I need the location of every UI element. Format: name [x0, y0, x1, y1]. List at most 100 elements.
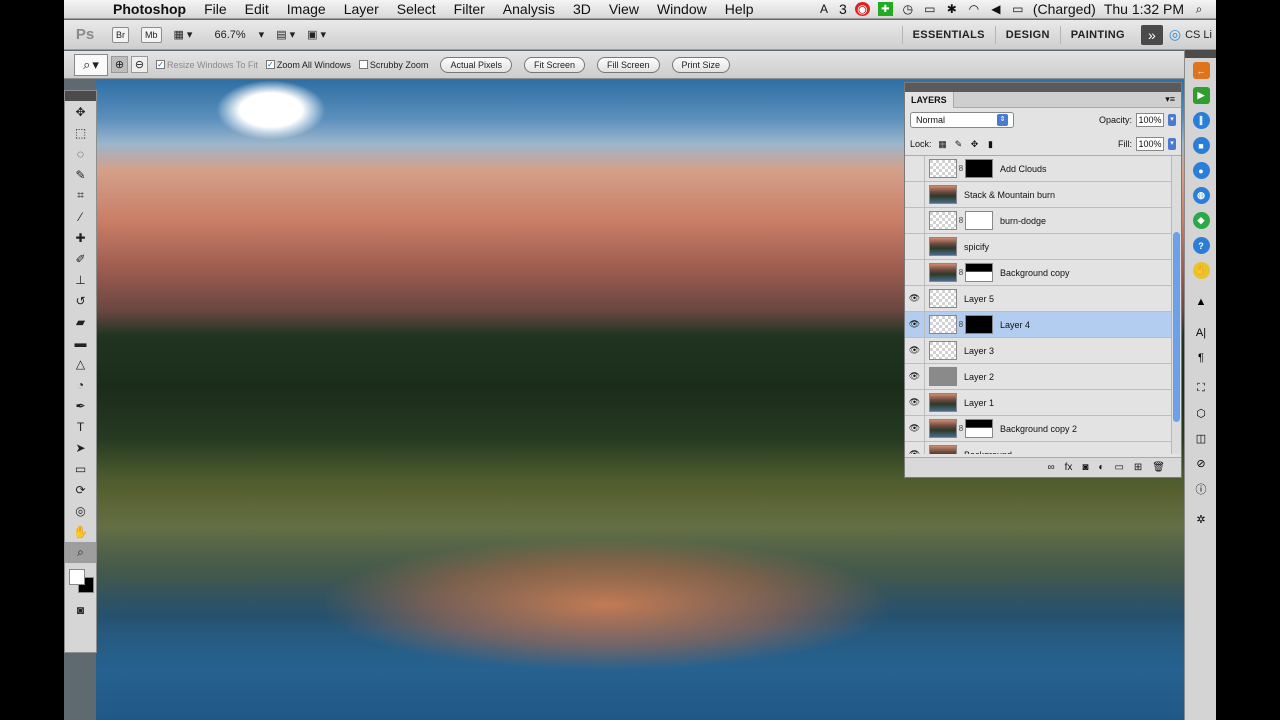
visibility-toggle[interactable]: 👁 [905, 285, 925, 312]
eyedropper-tool-icon[interactable]: ⁄ [65, 206, 96, 227]
crop-tool-icon[interactable]: ⌗ [65, 185, 96, 206]
launch-bridge-button[interactable]: Br [112, 26, 129, 43]
layer-thumbnail[interactable] [929, 159, 957, 178]
visibility-toggle[interactable]: 👁 [905, 363, 925, 390]
layers-scrollbar-thumb[interactable] [1173, 232, 1180, 422]
brush-tool-icon[interactable]: ✐ [65, 248, 96, 269]
view-extras-dropdown[interactable]: ▦ ▾ [174, 28, 193, 41]
layer-thumbnail[interactable] [929, 289, 957, 308]
menu-photoshop[interactable]: Photoshop [104, 1, 195, 17]
lasso-tool-icon[interactable]: ◌ [65, 143, 96, 164]
visibility-toggle[interactable]: 👁 [905, 337, 925, 364]
visibility-toggle[interactable] [905, 181, 925, 208]
layer-row[interactable]: 8 Add Clouds [905, 156, 1181, 182]
mask-link-icon[interactable]: 8 [957, 216, 965, 225]
zoom-out-button[interactable]: ⊖ [131, 56, 148, 73]
display-icon[interactable]: ▭ [923, 2, 937, 16]
layer-thumbnail[interactable] [929, 315, 957, 334]
blur-tool-icon[interactable]: △ [65, 353, 96, 374]
workspace-design[interactable]: DESIGN [994, 25, 1060, 44]
layer-row[interactable]: 8 burn-dodge [905, 207, 1181, 234]
scrubby-zoom-checkbox[interactable] [358, 60, 368, 69]
add-mask-icon[interactable]: ◙ [1082, 462, 1088, 473]
layer-row[interactable]: 👁 Layer 3 [905, 337, 1181, 364]
brush-presets-icon[interactable]: ⊘ [1185, 451, 1216, 476]
foreground-color-swatch[interactable] [69, 569, 85, 585]
menu-view[interactable]: View [600, 1, 648, 17]
opacity-field[interactable]: 100% [1136, 113, 1164, 127]
lock-position-icon[interactable]: ✥ [970, 139, 980, 149]
stop-icon[interactable]: ■ [1185, 133, 1216, 158]
globe-icon[interactable]: ◍ [1185, 183, 1216, 208]
layer-name[interactable]: spicify [964, 242, 989, 252]
layer-mask-thumbnail[interactable] [965, 419, 993, 438]
layer-row[interactable]: Stack & Mountain burn [905, 181, 1181, 208]
dodge-tool-icon[interactable]: ◔ [65, 374, 96, 395]
help-icon[interactable]: ? [1185, 233, 1216, 258]
camera-panel-icon[interactable]: ◫ [1185, 426, 1216, 451]
gem-icon[interactable]: ◆ [1185, 208, 1216, 233]
navigator-panel-icon[interactable]: ✲ [1185, 507, 1216, 532]
healing-brush-tool-icon[interactable]: ✚ [65, 227, 96, 248]
layer-row[interactable]: 👁 Layer 2 [905, 363, 1181, 390]
lock-pixels-icon[interactable]: ✎ [954, 139, 964, 149]
zoom-all-windows-checkbox[interactable]: ✓ [265, 60, 275, 69]
launch-mini-bridge-button[interactable]: Mb [141, 26, 162, 43]
workspace-painting[interactable]: PAINTING [1059, 25, 1135, 44]
screencast-icon[interactable]: ▶ [1185, 83, 1216, 108]
resize-windows-option[interactable]: ✓ Resize Windows To Fit [156, 60, 258, 70]
layer-name[interactable]: Layer 4 [1000, 320, 1030, 330]
clone-stamp-tool-icon[interactable]: ⊥ [65, 269, 96, 290]
fill-field[interactable]: 100% [1136, 136, 1164, 151]
layer-row[interactable]: 👁 Layer 1 [905, 389, 1181, 416]
menu-layer[interactable]: Layer [335, 1, 388, 17]
menu-file[interactable]: File [195, 1, 236, 17]
tab-layers[interactable]: LAYERS [905, 91, 954, 108]
layer-mask-thumbnail[interactable] [965, 263, 993, 282]
bluetooth-icon[interactable]: ✱ [945, 2, 959, 16]
fit-screen-button[interactable]: Fit Screen [523, 56, 585, 73]
clock[interactable]: Thu 1:32 PM [1104, 1, 1184, 17]
visibility-toggle[interactable] [905, 207, 925, 234]
arrange-documents-dropdown[interactable]: ▤ ▾ [276, 28, 295, 41]
layer-style-icon[interactable]: fx [1065, 462, 1073, 473]
screen-mode-dropdown[interactable]: ▣ ▾ [307, 28, 326, 41]
layer-name[interactable]: Layer 5 [964, 294, 994, 304]
zoom-all-windows-option[interactable]: ✓ Zoom All Windows [265, 60, 351, 70]
print-size-button[interactable]: Print Size [671, 56, 731, 73]
mask-link-icon[interactable]: 8 [957, 268, 965, 277]
layer-row[interactable]: 👁 Layer 5 [905, 285, 1181, 312]
layer-thumbnail[interactable] [929, 211, 957, 230]
link-layers-icon[interactable]: ∞ [1047, 462, 1054, 473]
visibility-toggle[interactable]: 👁 [905, 441, 925, 454]
mask-link-icon[interactable]: 8 [957, 424, 965, 433]
battery-icon[interactable]: ▭ [1011, 2, 1025, 16]
menu-help[interactable]: Help [716, 1, 763, 17]
tools-panel-header[interactable] [65, 91, 96, 101]
layer-row[interactable]: 8 Background copy [905, 259, 1181, 286]
layer-mask-thumbnail[interactable] [965, 315, 993, 334]
scrubby-zoom-option[interactable]: Scrubby Zoom [358, 60, 428, 70]
volume-icon[interactable]: ◀ [989, 2, 1003, 16]
layer-thumbnail[interactable] [929, 419, 957, 438]
pause-icon[interactable]: ∥ [1185, 108, 1216, 133]
character-panel-icon[interactable]: A| [1185, 320, 1216, 345]
transform-panel-icon[interactable]: ⛶ [1185, 376, 1216, 401]
hand-icon[interactable]: ✋ [1185, 258, 1216, 283]
color-swatches[interactable] [65, 563, 96, 599]
layer-name[interactable]: Background copy 2 [1000, 424, 1077, 434]
quick-selection-tool-icon[interactable]: ✎ [65, 164, 96, 185]
layer-name[interactable]: Background [964, 450, 1012, 455]
menu-image[interactable]: Image [278, 1, 335, 17]
layer-row[interactable]: 👁 8 Background copy 2 [905, 415, 1181, 442]
record-icon[interactable]: ◉ [854, 2, 870, 16]
visibility-toggle[interactable] [905, 259, 925, 286]
menu-select[interactable]: Select [388, 1, 445, 17]
fill-slider-icon[interactable]: ▾ [1168, 137, 1176, 150]
workspace-essentials[interactable]: ESSENTIALS [901, 25, 995, 44]
history-brush-tool-icon[interactable]: ↺ [65, 290, 96, 311]
marquee-tool-icon[interactable]: ⬚ [65, 122, 96, 143]
new-layer-icon[interactable]: ⊞ [1134, 462, 1142, 473]
layer-thumbnail[interactable] [929, 445, 957, 454]
layer-name[interactable]: burn-dodge [1000, 216, 1046, 226]
